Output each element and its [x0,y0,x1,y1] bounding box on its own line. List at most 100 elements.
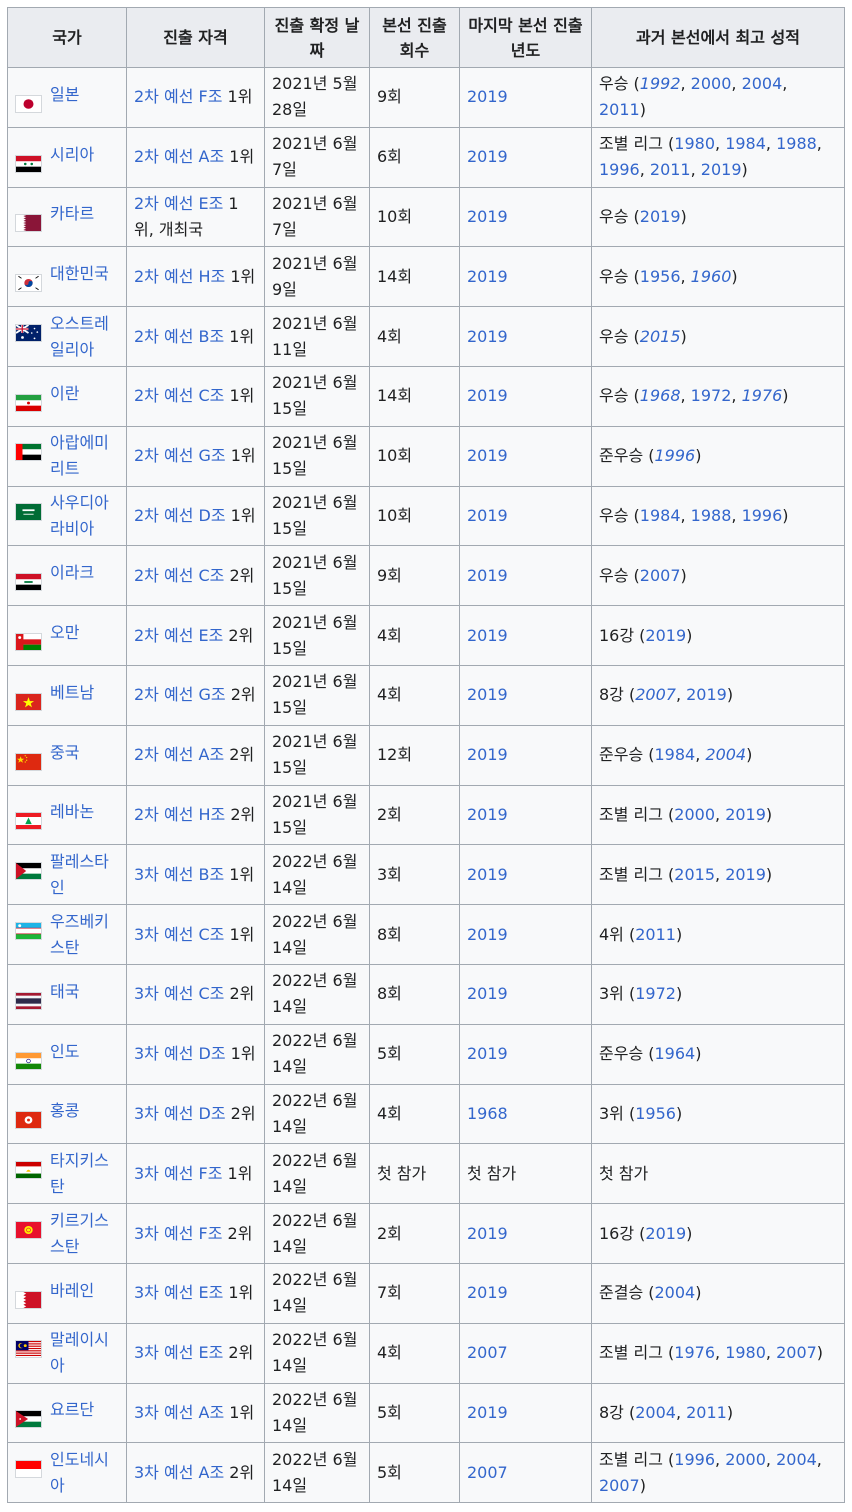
best-result-year-link[interactable]: 1984 [655,745,696,764]
last-appearance-link[interactable]: 2019 [467,147,508,166]
best-result-year-link[interactable]: 2019 [645,1224,686,1243]
best-result-year-link[interactable]: 2004 [655,1283,696,1302]
best-result-year-link[interactable]: 1984 [725,134,766,153]
best-result-year-link[interactable]: 1996 [655,446,696,465]
qualification-group-link[interactable]: 2차 예선 F조 [134,87,222,106]
last-appearance-link[interactable]: 2019 [467,1403,508,1422]
last-appearance-link[interactable]: 2019 [467,446,508,465]
best-result-year-link[interactable]: 1980 [725,1343,766,1362]
best-result-year-link[interactable]: 1984 [640,506,681,525]
country-link[interactable]: 타지키스탄 [50,1148,119,1200]
country-link[interactable]: 사우디아라비아 [50,490,119,542]
qualification-group-link[interactable]: 3차 예선 A조 [134,1463,224,1482]
best-result-year-link[interactable]: 1968 [640,386,681,405]
last-appearance-link[interactable]: 1968 [467,1104,508,1123]
qualification-group-link[interactable]: 2차 예선 G조 [134,446,226,465]
best-result-year-link[interactable]: 1988 [691,506,732,525]
best-result-year-link[interactable]: 1996 [742,506,783,525]
best-result-year-link[interactable]: 2000 [691,74,732,93]
country-link[interactable]: 요르단 [50,1397,94,1423]
best-result-year-link[interactable]: 2019 [645,626,686,645]
qualification-group-link[interactable]: 3차 예선 D조 [134,1104,226,1123]
qualification-group-link[interactable]: 2차 예선 B조 [134,327,224,346]
qualification-group-link[interactable]: 3차 예선 F조 [134,1164,222,1183]
last-appearance-link[interactable]: 2019 [467,566,508,585]
qualification-group-link[interactable]: 2차 예선 G조 [134,685,226,704]
qualification-group-link[interactable]: 2차 예선 D조 [134,506,226,525]
country-link[interactable]: 키르기스스탄 [50,1208,119,1260]
best-result-year-link[interactable]: 1992 [640,74,681,93]
best-result-year-link[interactable]: 2019 [701,160,742,179]
header-last-appearance[interactable]: 마지막 본선 진출 년도 [459,7,592,68]
best-result-year-link[interactable]: 1956 [635,1104,676,1123]
best-result-year-link[interactable]: 2015 [674,865,715,884]
country-link[interactable]: 태국 [50,979,79,1005]
best-result-year-link[interactable]: 2019 [640,207,681,226]
best-result-year-link[interactable]: 2007 [635,685,676,704]
best-result-year-link[interactable]: 1976 [674,1343,715,1362]
country-link[interactable]: 바레인 [50,1278,94,1304]
best-result-year-link[interactable]: 2007 [640,566,681,585]
last-appearance-link[interactable]: 2019 [467,87,508,106]
country-link[interactable]: 오만 [50,620,79,646]
qualification-group-link[interactable]: 2차 예선 A조 [134,745,224,764]
header-best-result[interactable]: 과거 본선에서 최고 성적 [591,7,845,68]
qualification-group-link[interactable]: 3차 예선 F조 [134,1224,222,1243]
best-result-year-link[interactable]: 2004 [705,745,746,764]
last-appearance-link[interactable]: 2019 [467,925,508,944]
last-appearance-link[interactable]: 2019 [467,626,508,645]
best-result-year-link[interactable]: 2007 [776,1343,817,1362]
country-link[interactable]: 홍콩 [50,1098,79,1124]
qualification-group-link[interactable]: 3차 예선 D조 [134,1044,226,1063]
qualification-group-link[interactable]: 2차 예선 C조 [134,386,224,405]
qualification-group-link[interactable]: 3차 예선 C조 [134,984,224,1003]
last-appearance-link[interactable]: 2019 [467,506,508,525]
last-appearance-link[interactable]: 2019 [467,865,508,884]
qualification-group-link[interactable]: 3차 예선 E조 [134,1343,223,1362]
best-result-year-link[interactable]: 2015 [640,327,681,346]
last-appearance-link[interactable]: 2019 [467,386,508,405]
qualification-group-link[interactable]: 2차 예선 H조 [134,267,225,286]
best-result-year-link[interactable]: 2019 [686,685,727,704]
country-link[interactable]: 팔레스타인 [50,849,119,901]
best-result-year-link[interactable]: 2004 [776,1450,817,1469]
qualification-group-link[interactable]: 2차 예선 H조 [134,805,225,824]
country-link[interactable]: 카타르 [50,201,94,227]
header-country[interactable]: 국가 [7,7,127,68]
qualification-group-link[interactable]: 3차 예선 E조 [134,1283,223,1302]
country-link[interactable]: 대한민국 [50,261,109,287]
best-result-year-link[interactable]: 2000 [725,1450,766,1469]
country-link[interactable]: 인도네시아 [50,1447,119,1499]
last-appearance-link[interactable]: 2007 [467,1463,508,1482]
best-result-year-link[interactable]: 2011 [686,1403,727,1422]
header-date[interactable]: 진출 확정 날짜 [264,7,370,68]
best-result-year-link[interactable]: 1956 [640,267,681,286]
best-result-year-link[interactable]: 2000 [674,805,715,824]
best-result-year-link[interactable]: 2004 [635,1403,676,1422]
best-result-year-link[interactable]: 1972 [635,984,676,1003]
last-appearance-link[interactable]: 2019 [467,984,508,1003]
best-result-year-link[interactable]: 1996 [674,1450,715,1469]
country-link[interactable]: 시리아 [50,142,94,168]
best-result-year-link[interactable]: 1996 [599,160,640,179]
country-link[interactable]: 이라크 [50,560,94,586]
last-appearance-link[interactable]: 2007 [467,1343,508,1362]
country-link[interactable]: 말레이시아 [50,1327,119,1379]
last-appearance-link[interactable]: 2019 [467,327,508,346]
best-result-year-link[interactable]: 1988 [776,134,817,153]
qualification-group-link[interactable]: 3차 예선 C조 [134,925,224,944]
last-appearance-link[interactable]: 2019 [467,685,508,704]
qualification-group-link[interactable]: 3차 예선 B조 [134,865,224,884]
country-link[interactable]: 중국 [50,740,79,766]
best-result-year-link[interactable]: 2011 [635,925,676,944]
last-appearance-link[interactable]: 2019 [467,1044,508,1063]
last-appearance-link[interactable]: 2019 [467,1283,508,1302]
last-appearance-link[interactable]: 2019 [467,745,508,764]
country-link[interactable]: 인도 [50,1039,79,1065]
country-link[interactable]: 레바논 [50,799,94,825]
header-qualification[interactable]: 진출 자격 [126,7,265,68]
best-result-year-link[interactable]: 2011 [599,100,640,119]
qualification-group-link[interactable]: 2차 예선 E조 [134,626,223,645]
best-result-year-link[interactable]: 2007 [599,1476,640,1495]
country-link[interactable]: 아랍에미리트 [50,430,119,482]
